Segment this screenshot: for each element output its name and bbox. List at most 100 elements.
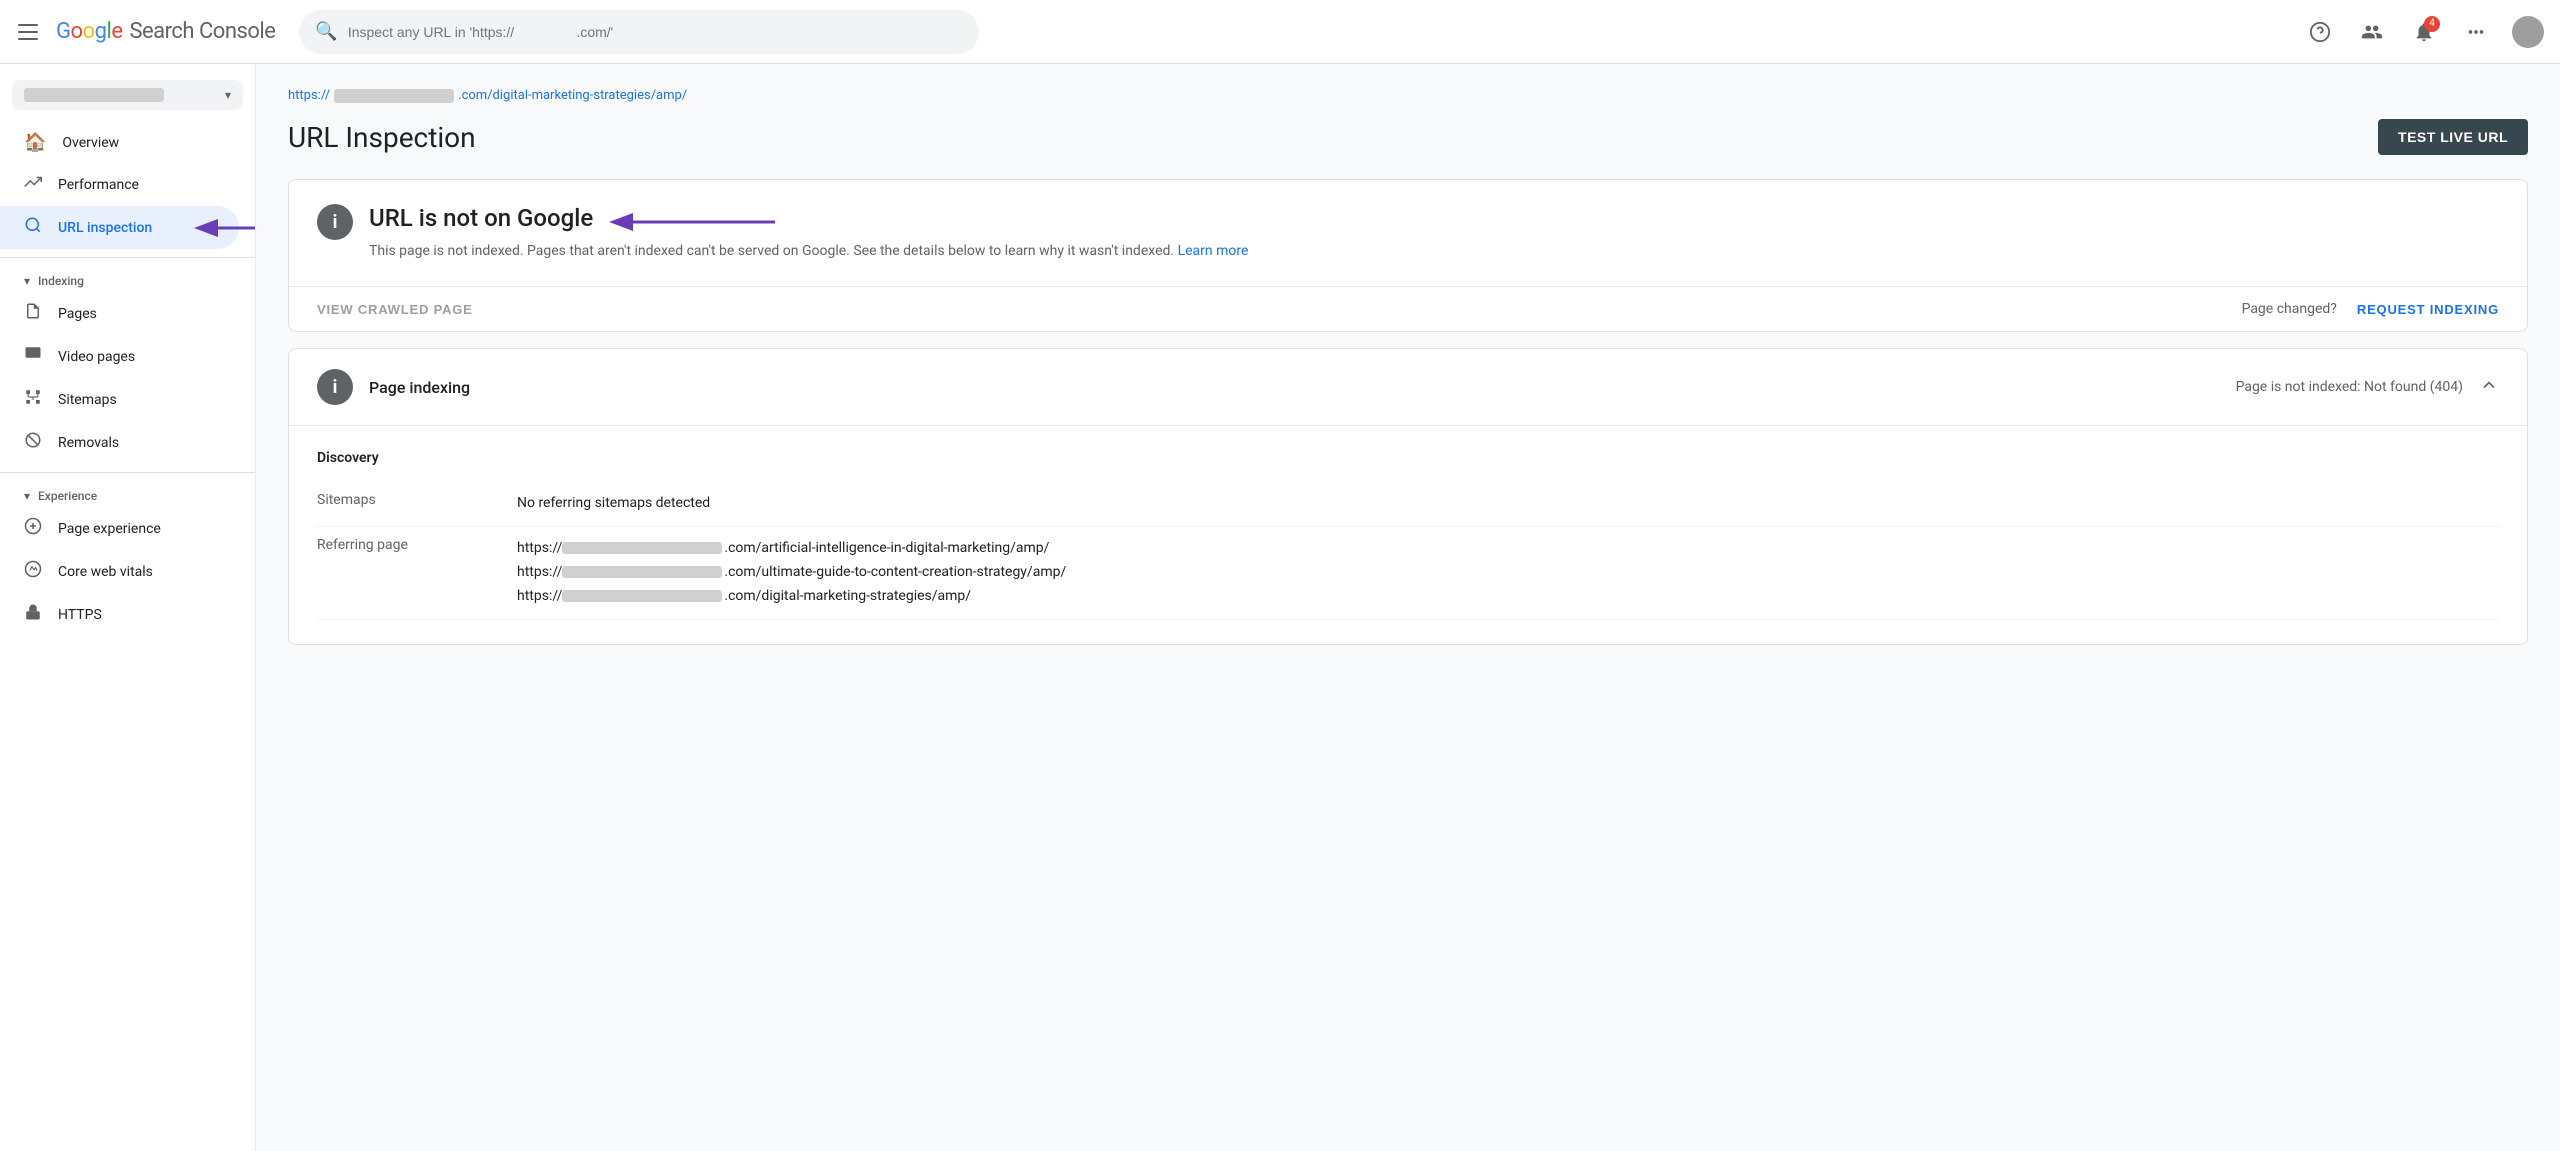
card-header: i URL is not on Google (289, 180, 2527, 286)
referring-url-2: https://.com/ultimate-guide-to-content-c… (517, 561, 1066, 585)
sidebar-item-https[interactable]: HTTPS (0, 593, 239, 636)
sidebar: ▾ 🏠 Overview Performance URL inspect (0, 64, 256, 1151)
sidebar-item-core-web-vitals[interactable]: Core web vitals (0, 550, 239, 593)
collapse-icon: ▾ (24, 274, 30, 288)
vitals-icon (24, 560, 42, 583)
sidebar-item-label: Core web vitals (58, 564, 153, 580)
sidebar-item-label: Pages (58, 306, 97, 322)
sidebar-item-label: Overview (62, 135, 119, 151)
referring-page-row: Referring page https://.com/artificial-i… (317, 527, 2499, 619)
sidebar-item-performance[interactable]: Performance (0, 163, 239, 206)
url-blur-1 (562, 542, 722, 554)
property-selector[interactable]: ▾ (12, 80, 243, 110)
removals-icon (24, 431, 42, 454)
topbar-actions: 4 (2304, 16, 2544, 48)
sidebar-item-label: Video pages (58, 349, 135, 365)
sitemaps-value: No referring sitemaps detected (517, 492, 710, 516)
notification-badge: 4 (2424, 16, 2440, 32)
url-inspect-searchbar[interactable]: 🔍 (299, 10, 979, 54)
breadcrumb-url-suffix: .com/digital-marketing-strategies/amp/ (458, 88, 687, 103)
collapse-icon-2: ▾ (24, 489, 30, 503)
sidebar-item-overview[interactable]: 🏠 Overview (0, 122, 239, 163)
sidebar-item-label: Sitemaps (58, 392, 117, 408)
breadcrumb-blur (334, 89, 454, 103)
https-icon (24, 603, 42, 626)
experience-section-header[interactable]: ▾ Experience (0, 481, 255, 507)
referring-page-urls: https://.com/artificial-intelligence-in-… (517, 537, 1066, 608)
sidebar-item-removals[interactable]: Removals (0, 421, 239, 464)
trending-icon (24, 173, 42, 196)
sitemaps-row: Sitemaps No referring sitemaps detected (317, 482, 2499, 527)
sidebar-arrow-annotation (180, 213, 256, 243)
page-title: URL Inspection (288, 121, 476, 154)
page-changed-label: Page changed? (2242, 301, 2337, 317)
indexing-status-icon: i (317, 369, 353, 405)
indexing-card-header[interactable]: i Page indexing Page is not indexed: Not… (289, 349, 2527, 425)
sidebar-item-page-experience[interactable]: Page experience (0, 507, 239, 550)
indexing-status: Page is not indexed: Not found (404) (2236, 379, 2463, 395)
url-inspect-input[interactable] (348, 24, 964, 40)
sidebar-divider-2 (0, 472, 255, 473)
card-actions-right: Page changed? REQUEST INDEXING (2242, 301, 2499, 317)
home-icon: 🏠 (24, 132, 46, 153)
view-crawled-page-button: VIEW CRAWLED PAGE (317, 302, 473, 317)
indexing-title: Page indexing (369, 378, 470, 397)
indexing-section-header[interactable]: ▾ Indexing (0, 266, 255, 292)
search-nav-icon (24, 216, 42, 239)
page-indexing-card: i Page indexing Page is not indexed: Not… (288, 348, 2528, 644)
sidebar-divider (0, 257, 255, 258)
search-icon: 🔍 (315, 21, 337, 42)
indexing-header-right: Page is not indexed: Not found (404) (2236, 375, 2499, 400)
app-logo: Google Search Console (56, 19, 275, 44)
referring-url-3: https://.com/digital-marketing-strategie… (517, 585, 1066, 609)
status-icon: i (317, 204, 353, 240)
menu-button[interactable] (16, 20, 40, 44)
sitemap-icon (24, 388, 42, 411)
chevron-down-icon: ▾ (225, 88, 231, 102)
url-blur-3 (562, 590, 722, 602)
sidebar-item-sitemaps[interactable]: Sitemaps (0, 378, 239, 421)
sitemaps-label: Sitemaps (317, 492, 517, 508)
property-text (24, 88, 164, 102)
topbar: Google Search Console 🔍 4 (0, 0, 2560, 64)
sidebar-item-label: HTTPS (58, 607, 102, 623)
sidebar-item-label: Page experience (58, 521, 161, 537)
page-header: URL Inspection TEST LIVE URL (288, 119, 2528, 155)
user-avatar[interactable] (2512, 16, 2544, 48)
app-layout: ▾ 🏠 Overview Performance URL inspect (0, 64, 2560, 1151)
sidebar-item-pages[interactable]: Pages (0, 292, 239, 335)
experience-icon (24, 517, 42, 540)
url-status-card: i URL is not on Google (288, 179, 2528, 332)
experience-section-label: Experience (38, 489, 97, 503)
breadcrumb: https:// .com/digital-marketing-strategie… (288, 88, 2528, 103)
apps-button[interactable] (2460, 16, 2492, 48)
sidebar-item-url-inspection[interactable]: URL inspection (0, 206, 239, 249)
sidebar-item-label: Performance (58, 177, 139, 193)
sidebar-item-label: URL inspection (58, 220, 152, 236)
sidebar-item-label: Removals (58, 435, 119, 451)
video-icon (24, 345, 42, 368)
notifications-button[interactable]: 4 (2408, 16, 2440, 48)
request-indexing-button[interactable]: REQUEST INDEXING (2357, 302, 2499, 317)
indexing-body: Discovery Sitemaps No referring sitemaps… (289, 425, 2527, 643)
expand-icon[interactable] (2479, 375, 2499, 400)
logo-text: Google Search Console (56, 19, 275, 44)
card-title: URL is not on Google (369, 204, 593, 232)
referring-url-1: https://.com/artificial-intelligence-in-… (517, 537, 1066, 561)
sidebar-item-video-pages[interactable]: Video pages (0, 335, 239, 378)
title-arrow-annotation (605, 207, 785, 237)
card-actions: VIEW CRAWLED PAGE Page changed? REQUEST … (289, 286, 2527, 331)
accounts-button[interactable] (2356, 16, 2388, 48)
card-content: URL is not on Google This pag (369, 204, 1248, 262)
learn-more-link[interactable]: Learn more (1178, 243, 1249, 259)
indexing-header-left: i Page indexing (317, 369, 470, 405)
main-content: https:// .com/digital-marketing-strategie… (256, 64, 2560, 1151)
url-blur-2 (562, 566, 722, 578)
test-live-url-button[interactable]: TEST LIVE URL (2378, 119, 2528, 155)
card-description: This page is not indexed. Pages that are… (369, 240, 1248, 262)
referring-page-label: Referring page (317, 537, 517, 553)
breadcrumb-url-prefix: https:// (288, 88, 330, 103)
indexing-section-label: Indexing (38, 274, 84, 288)
discovery-section-title: Discovery (317, 450, 2499, 466)
help-button[interactable] (2304, 16, 2336, 48)
